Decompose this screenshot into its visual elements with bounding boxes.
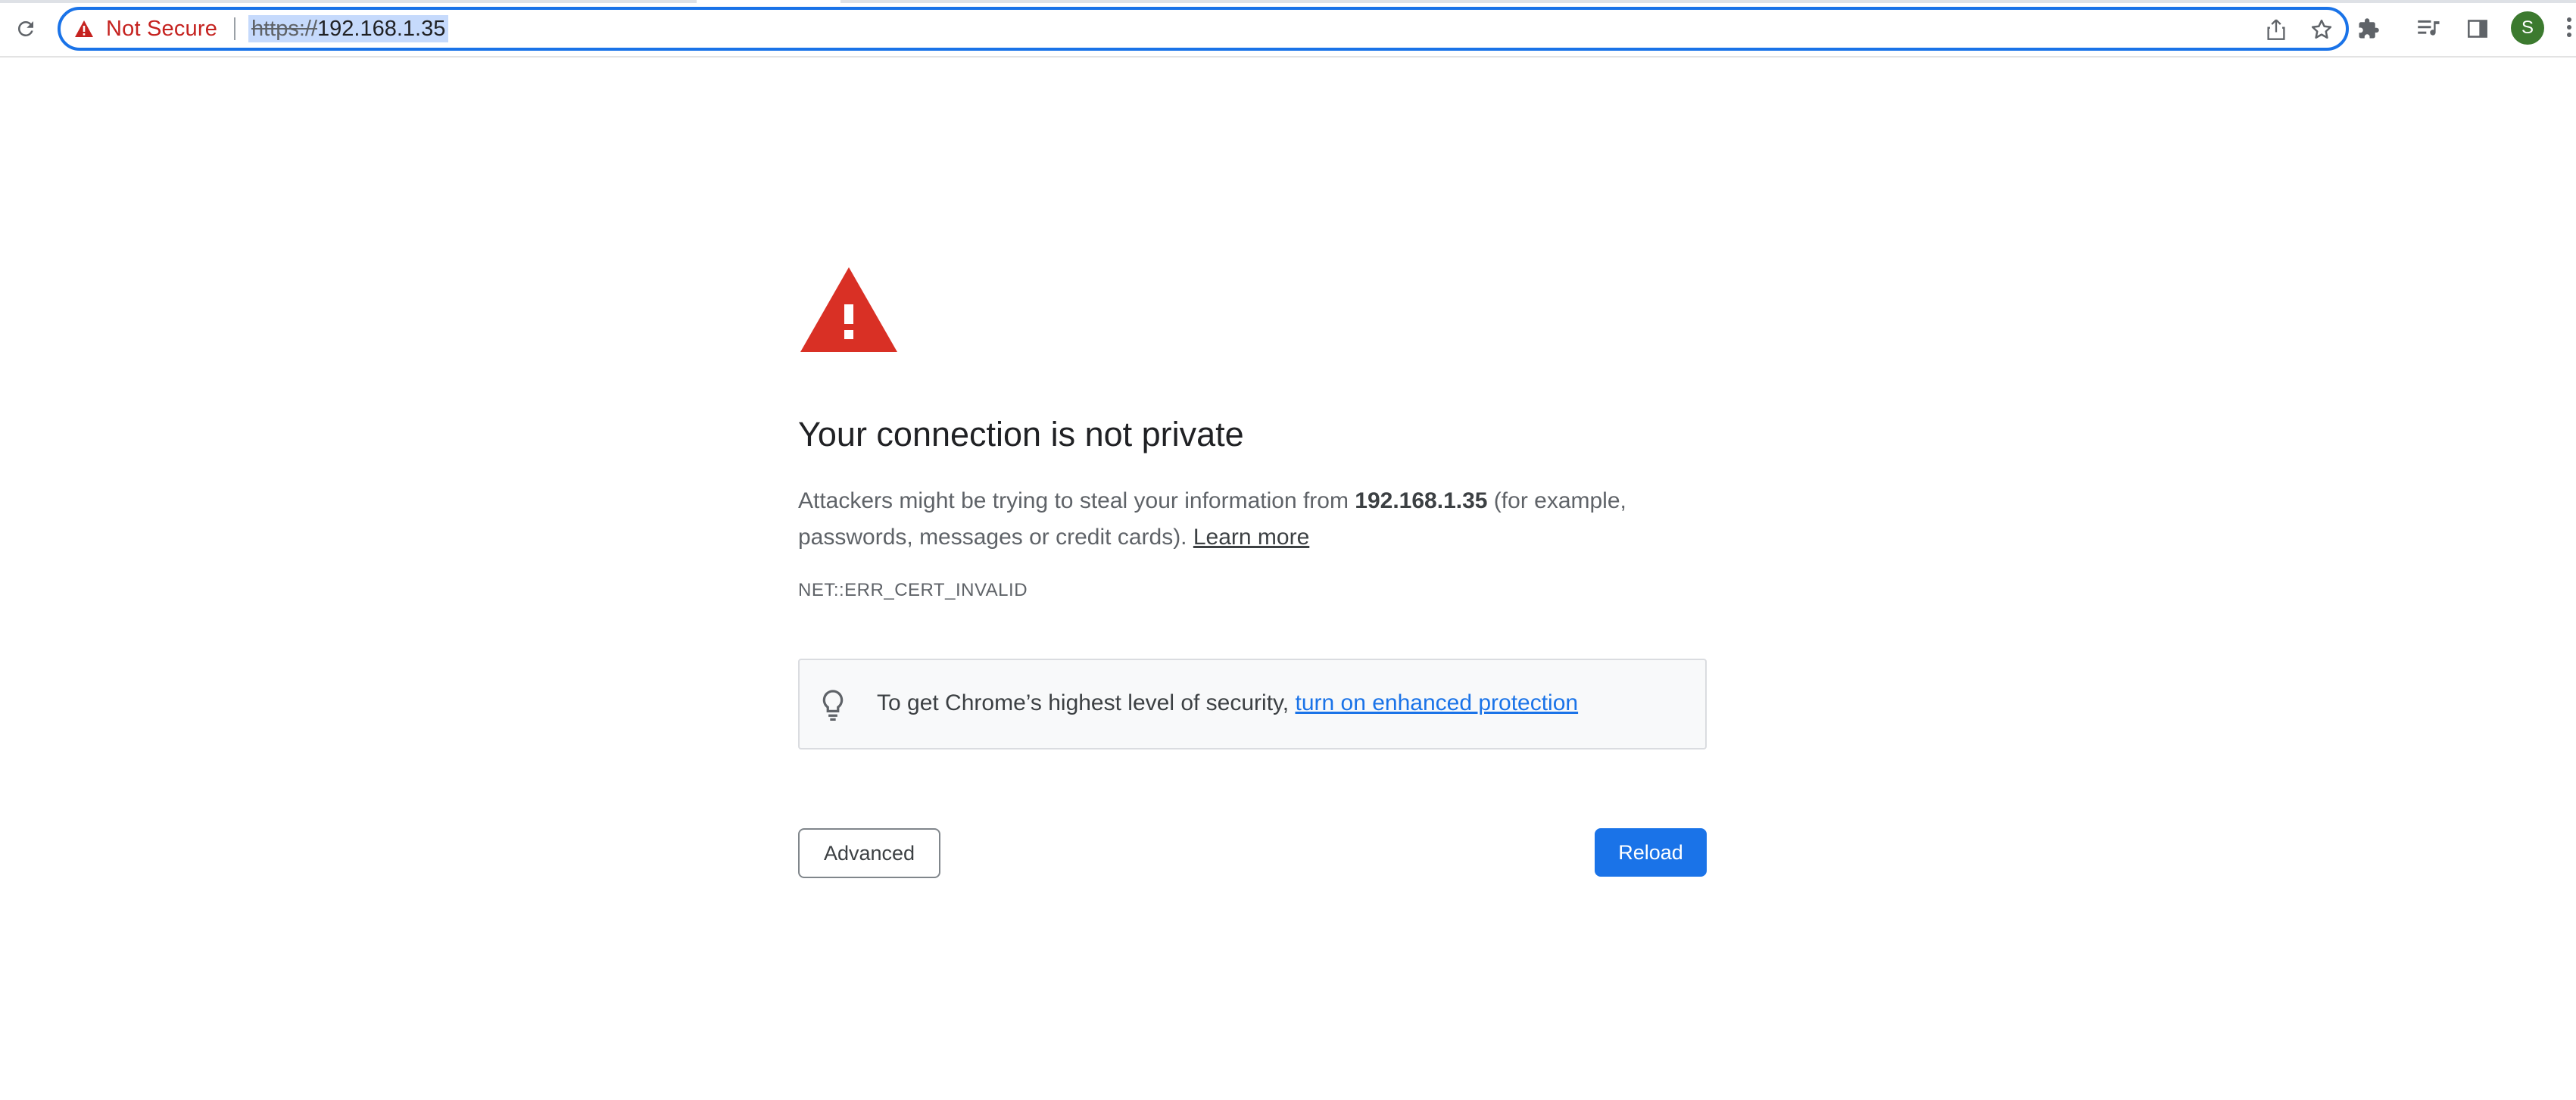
reload-icon[interactable]: [11, 14, 41, 44]
url-text[interactable]: https://192.168.1.35: [248, 15, 449, 42]
message-text: Attackers might be trying to steal your …: [798, 488, 1355, 513]
enhanced-protection-link[interactable]: turn on enhanced protection: [1295, 690, 1578, 715]
url-host: 192.168.1.35: [317, 17, 446, 41]
advanced-button[interactable]: Advanced: [798, 828, 940, 878]
extensions-icon[interactable]: [2353, 14, 2384, 44]
profile-avatar[interactable]: S: [2511, 11, 2544, 45]
more-menu-icon[interactable]: [2563, 15, 2575, 42]
share-icon[interactable]: [2263, 16, 2290, 43]
reload-button[interactable]: Reload: [1595, 828, 1707, 877]
bookmark-star-icon[interactable]: [2308, 16, 2335, 43]
enhanced-protection-text: To get Chrome’s highest level of securit…: [877, 690, 1578, 716]
enhanced-text-lead: To get Chrome’s highest level of securit…: [877, 690, 1296, 715]
warning-icon: [74, 19, 94, 39]
warning-triangle-icon: [798, 265, 900, 354]
address-bar[interactable]: Not Secure https://192.168.1.35: [58, 7, 2349, 51]
media-control-icon[interactable]: [2414, 14, 2444, 44]
error-code[interactable]: NET::ERR_CERT_INVALID: [798, 580, 1028, 601]
side-panel-icon[interactable]: [2462, 14, 2493, 44]
tab-strip: [0, 0, 2576, 3]
security-chip[interactable]: Not Secure: [74, 10, 217, 48]
error-message: Attackers might be trying to steal your …: [798, 483, 1714, 556]
lightbulb-icon: [819, 689, 850, 722]
page-title: Your connection is not private: [798, 415, 1244, 453]
enhanced-protection-banner: To get Chrome’s highest level of securit…: [798, 659, 1707, 749]
omnibox-separator: [234, 17, 235, 40]
active-tab[interactable]: [697, 0, 840, 3]
security-label: Not Secure: [106, 16, 218, 41]
browser-toolbar: Not Secure https://192.168.1.35 S: [0, 0, 2576, 58]
learn-more-link[interactable]: Learn more: [1193, 525, 1309, 550]
url-scheme: https://: [251, 17, 318, 41]
message-host: 192.168.1.35: [1355, 488, 1488, 513]
